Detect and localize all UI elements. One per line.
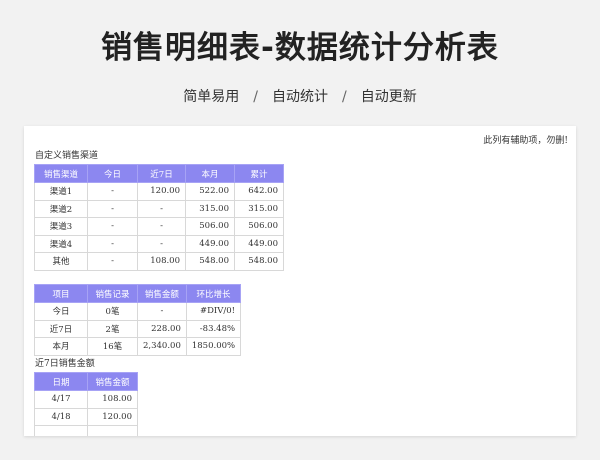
column-header: 日期	[34, 372, 88, 391]
helper-column-note: 此列有辅助项，勿删!	[483, 136, 568, 146]
subtitle-separator: /	[253, 89, 258, 105]
table-cell[interactable]: -	[87, 199, 138, 218]
table-cell[interactable]: 近7日	[34, 319, 88, 338]
column-header: 累计	[234, 164, 284, 183]
daily-table: 日期 销售金额 4/17 108.00 4/18 120.00	[34, 372, 138, 436]
table-cell[interactable]: 548.00	[185, 252, 235, 271]
table-cell[interactable]: 4/18	[34, 407, 88, 426]
table-cell[interactable]: -	[87, 234, 138, 253]
table-cell[interactable]: 108.00	[137, 252, 186, 271]
subtitle-item-stats: 自动统计	[272, 89, 328, 105]
column-header: 销售金额	[87, 372, 138, 391]
column-header: 销售金额	[137, 284, 187, 303]
table-cell[interactable]: 渠道4	[34, 234, 88, 253]
table-row: 渠道2 - - 315.00 315.00	[34, 199, 284, 218]
table-row: 近7日 2笔 228.00 -83.48%	[34, 319, 242, 338]
table-cell[interactable]: 今日	[34, 302, 88, 321]
channel-table: 销售渠道 今日 近7日 本月 累计 渠道1 - 120.00 522.00 64…	[34, 164, 284, 271]
table-cell[interactable]: 2,340.00	[137, 337, 187, 356]
table-row: 4/17 108.00	[34, 390, 138, 409]
column-header: 销售记录	[87, 284, 138, 303]
channel-table-label: 自定义销售渠道	[35, 151, 99, 161]
table-cell[interactable]: 本月	[34, 337, 88, 356]
table-cell[interactable]: #DIV/0!	[185, 302, 242, 321]
subtitle-item-easy: 简单易用	[183, 89, 240, 105]
table-cell[interactable]: -	[137, 217, 186, 236]
table-cell[interactable]: 315.00	[234, 199, 284, 218]
summary-table: 项目 销售记录 销售金额 环比增长 今日 0笔 - #DIV/0! 近7日 2笔…	[34, 284, 242, 356]
table-cell[interactable]: 449.00	[234, 234, 284, 253]
column-header: 项目	[34, 284, 88, 303]
column-header: 近7日	[137, 164, 186, 183]
table-cell[interactable]: 228.00	[137, 319, 187, 338]
table-row: 4/18 120.00	[34, 407, 138, 426]
table-cell[interactable]: 2笔	[87, 319, 138, 338]
table-cell[interactable]: 522.00	[185, 182, 235, 201]
table-row: 本月 16笔 2,340.00 1850.00%	[34, 337, 242, 356]
daily-table-label: 近7日销售金额	[35, 359, 95, 369]
column-header: 环比增长	[185, 284, 242, 303]
table-cell[interactable]	[87, 425, 138, 436]
column-header: 今日	[87, 164, 138, 183]
table-cell[interactable]: 其他	[34, 252, 88, 271]
subtitle-bar: 简单易用 / 自动统计 / 自动更新	[0, 86, 600, 106]
table-cell[interactable]: -	[137, 199, 186, 218]
table-cell[interactable]: -	[137, 302, 187, 321]
table-cell[interactable]: 315.00	[185, 199, 235, 218]
table-cell[interactable]: 449.00	[185, 234, 235, 253]
table-row	[34, 425, 138, 436]
table-cell[interactable]: 1850.00%	[185, 337, 242, 356]
table-cell[interactable]: -	[87, 217, 138, 236]
table-header-row: 项目 销售记录 销售金额 环比增长	[34, 284, 242, 303]
table-cell[interactable]: -83.48%	[185, 319, 242, 338]
table-row: 其他 - 108.00 548.00 548.00	[34, 252, 284, 271]
table-cell[interactable]: 506.00	[185, 217, 235, 236]
table-cell[interactable]: 120.00	[137, 182, 186, 201]
table-cell[interactable]: 渠道2	[34, 199, 88, 218]
table-cell[interactable]: 108.00	[87, 390, 138, 409]
column-header: 本月	[185, 164, 235, 183]
table-cell[interactable]: 渠道3	[34, 217, 88, 236]
table-header-row: 日期 销售金额	[34, 372, 138, 391]
table-cell[interactable]: 120.00	[87, 407, 138, 426]
subtitle-item-update: 自动更新	[360, 89, 417, 105]
table-row: 渠道3 - - 506.00 506.00	[34, 217, 284, 236]
subtitle-separator: /	[342, 89, 347, 105]
table-cell[interactable]	[34, 425, 88, 436]
page-title: 销售明细表-数据统计分析表	[101, 30, 499, 66]
table-cell[interactable]: 506.00	[234, 217, 284, 236]
table-row: 渠道1 - 120.00 522.00 642.00	[34, 182, 284, 201]
spreadsheet-preview: 此列有辅助项，勿删! 自定义销售渠道 销售渠道 今日 近7日 本月 累计 渠道1…	[24, 126, 576, 436]
table-header-row: 销售渠道 今日 近7日 本月 累计	[34, 164, 284, 183]
column-header: 销售渠道	[34, 164, 88, 183]
table-cell[interactable]: -	[87, 252, 138, 271]
table-row: 今日 0笔 - #DIV/0!	[34, 302, 242, 321]
table-cell[interactable]: -	[87, 182, 138, 201]
table-row: 渠道4 - - 449.00 449.00	[34, 234, 284, 253]
table-cell[interactable]: 0笔	[87, 302, 138, 321]
table-cell[interactable]: 4/17	[34, 390, 88, 409]
table-cell[interactable]: 16笔	[87, 337, 138, 356]
table-cell[interactable]: 642.00	[234, 182, 284, 201]
table-cell[interactable]: 渠道1	[34, 182, 88, 201]
table-cell[interactable]: -	[137, 234, 186, 253]
table-cell[interactable]: 548.00	[234, 252, 284, 271]
